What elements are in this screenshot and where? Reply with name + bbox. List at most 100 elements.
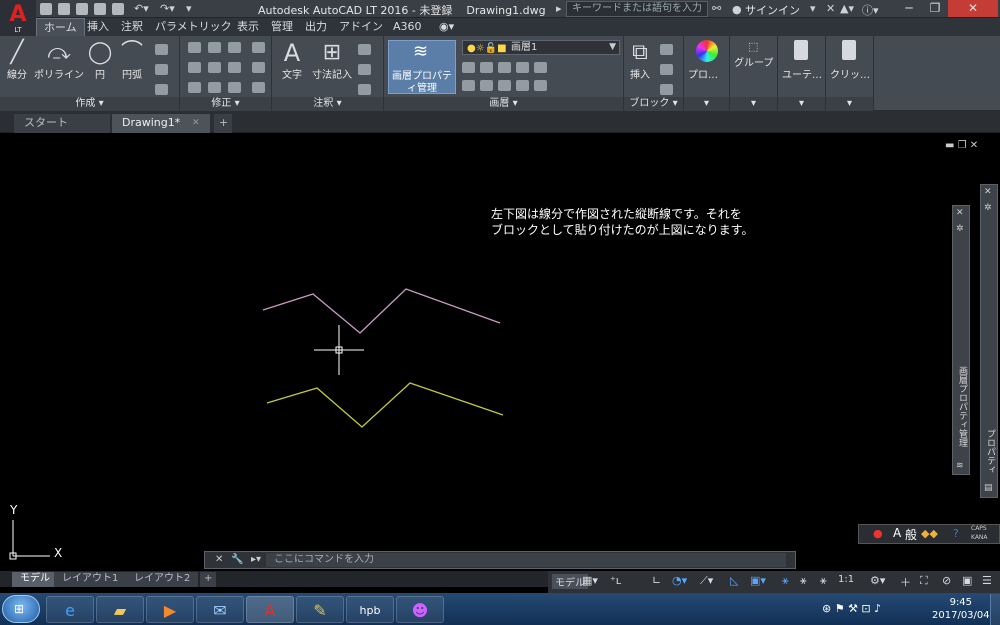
tab-a360[interactable]: A360 bbox=[386, 18, 429, 36]
a360-icon[interactable]: ▲▾ bbox=[840, 2, 854, 15]
restore-button[interactable]: ❐ bbox=[922, 0, 948, 17]
offset-icon[interactable] bbox=[252, 82, 265, 93]
layers-panel-label[interactable]: 画層 ▾ bbox=[384, 97, 623, 111]
block-attributes-icon[interactable] bbox=[660, 84, 673, 95]
table-icon[interactable] bbox=[358, 64, 371, 75]
layer-properties-button[interactable]: ≋ 画層プロパティ管理 bbox=[388, 40, 456, 94]
tab-layout1[interactable]: レイアウト1 bbox=[54, 572, 127, 587]
tab-parametric[interactable]: パラメトリック bbox=[148, 18, 239, 36]
lower-line-polyline[interactable] bbox=[266, 382, 504, 428]
ime-mode-label[interactable]: 般 bbox=[905, 526, 917, 543]
ime-toolbar[interactable]: ● A 般 ◆◆ ? CAPS KANA bbox=[858, 524, 1000, 544]
layer-tool-8-icon[interactable] bbox=[498, 80, 511, 91]
quick-access-dropdown-icon[interactable]: ▾ bbox=[186, 2, 192, 15]
arc-button[interactable]: ⌒ 円弧 bbox=[118, 40, 146, 82]
taskbar-paint-icon[interactable]: ✎ bbox=[296, 596, 344, 623]
hatch-icon[interactable] bbox=[155, 64, 168, 75]
grid-icon[interactable]: ▦▾ bbox=[582, 574, 598, 587]
rotate-icon[interactable] bbox=[208, 42, 221, 53]
taskbar-media-player-icon[interactable]: ▶ bbox=[146, 596, 194, 623]
taskbar-thunderbird-icon[interactable]: ✉ bbox=[196, 596, 244, 623]
save-as-icon[interactable] bbox=[94, 3, 106, 15]
dimension-button[interactable]: ⊞ 寸法記入 bbox=[310, 40, 354, 82]
explode-icon[interactable] bbox=[252, 62, 265, 73]
start-button[interactable]: ⊞ bbox=[2, 595, 40, 623]
palette-close-icon[interactable]: ✕ bbox=[956, 208, 964, 218]
help-icon[interactable]: ⓘ▾ bbox=[862, 2, 879, 18]
circle-button[interactable]: ◯ 円 bbox=[86, 40, 114, 82]
auto-scale-icon[interactable]: ⚹ bbox=[800, 574, 807, 588]
properties-palette-collapsed[interactable]: ✕ ✲ プロパティ ▤ bbox=[980, 184, 998, 498]
open-file-icon[interactable] bbox=[58, 3, 70, 15]
clean-screen-icon[interactable]: ▣ bbox=[962, 574, 972, 587]
osnap-icon[interactable]: ◺ bbox=[730, 574, 738, 587]
ime-tools-icon[interactable]: ◆◆ bbox=[921, 527, 938, 540]
leader-icon[interactable] bbox=[358, 44, 371, 55]
application-menu-button[interactable]: A LT bbox=[0, 0, 36, 38]
tab-manage[interactable]: 管理 bbox=[264, 18, 300, 36]
fillet-icon[interactable] bbox=[228, 62, 241, 73]
annotation-extra-icon[interactable] bbox=[358, 84, 371, 95]
layer-tool-5-icon[interactable] bbox=[534, 62, 547, 73]
signin-button[interactable]: サインイン bbox=[745, 2, 800, 18]
tab-view[interactable]: 表示 bbox=[230, 18, 266, 36]
show-desktop-button[interactable] bbox=[990, 594, 1000, 625]
move-icon[interactable] bbox=[188, 42, 201, 53]
taskbar-game-icon[interactable]: ☻ bbox=[396, 596, 444, 623]
mirror-icon[interactable] bbox=[208, 62, 221, 73]
undo-icon[interactable]: ↶▾ bbox=[134, 2, 149, 15]
trim-icon[interactable] bbox=[228, 42, 241, 53]
tab-layout2[interactable]: レイアウト2 bbox=[126, 572, 199, 587]
lineweight-icon[interactable]: ▣▾ bbox=[750, 574, 766, 587]
annotation-scale-value[interactable]: 1:1 bbox=[838, 574, 854, 585]
annotation-visibility-icon[interactable]: ⚹ bbox=[782, 574, 789, 588]
panel-groups[interactable]: ⬚ グループ ▾ bbox=[730, 36, 778, 111]
save-icon[interactable] bbox=[76, 3, 88, 15]
ime-help-icon[interactable]: ? bbox=[953, 527, 959, 540]
properties-panel-expand-icon[interactable]: ▾ bbox=[684, 97, 729, 111]
command-prompt-icon[interactable]: ▸▾ bbox=[251, 554, 261, 565]
ime-mode-icon[interactable]: A bbox=[893, 526, 901, 540]
command-customize-icon[interactable]: 🔧 bbox=[231, 554, 243, 565]
snap-icon[interactable]: ⁺ʟ bbox=[610, 574, 621, 587]
ime-red-icon[interactable]: ● bbox=[873, 527, 883, 540]
expand-arrow-icon[interactable]: ▸ bbox=[556, 2, 562, 15]
layer-tool-3-icon[interactable] bbox=[498, 62, 511, 73]
tab-addins[interactable]: アドイン bbox=[332, 18, 390, 36]
layer-tool-7-icon[interactable] bbox=[480, 80, 493, 91]
workspace-gear-icon[interactable]: ⚙▾ bbox=[870, 574, 885, 587]
modify-panel-label[interactable]: 修正 ▾ bbox=[180, 97, 271, 111]
exchange-icon[interactable]: ✕ bbox=[826, 2, 835, 15]
plot-icon[interactable] bbox=[112, 3, 124, 15]
layer-dropdown[interactable]: ●☼🔓■ 画層1 ▼ bbox=[462, 40, 620, 55]
layer-tool-10-icon[interactable] bbox=[534, 80, 547, 91]
tab-output[interactable]: 出力 bbox=[298, 18, 334, 36]
taskbar-internet-explorer-icon[interactable]: e bbox=[46, 596, 94, 623]
new-tab-icon[interactable]: + bbox=[214, 114, 232, 133]
panel-properties[interactable]: プロ… ▾ bbox=[684, 36, 730, 111]
isolate-icon[interactable]: ⛶ bbox=[920, 574, 928, 588]
command-input[interactable]: ここにコマンドを入力 bbox=[266, 553, 786, 567]
add-layout-icon[interactable]: + bbox=[200, 572, 217, 587]
utilities-panel-expand-icon[interactable]: ▾ bbox=[778, 97, 825, 111]
draw-extra-icon[interactable] bbox=[155, 84, 168, 95]
minimize-button[interactable]: ─ bbox=[896, 0, 922, 17]
stretch-icon[interactable] bbox=[188, 82, 201, 93]
binoculars-icon[interactable]: ⚯ bbox=[712, 2, 721, 15]
hardware-acceleration-icon[interactable]: ⊘ bbox=[942, 574, 951, 587]
scale-icon[interactable] bbox=[208, 82, 221, 93]
block-panel-label[interactable]: ブロック ▾ bbox=[624, 97, 683, 111]
annotation-panel-label[interactable]: 注釈 ▾ bbox=[272, 97, 383, 111]
ortho-icon[interactable]: ∟ bbox=[652, 574, 661, 587]
taskbar-autocad-icon[interactable]: A bbox=[246, 596, 294, 623]
layer-tool-9-icon[interactable] bbox=[516, 80, 529, 91]
taskbar-hpb-icon[interactable]: hpb bbox=[346, 596, 394, 623]
taskbar-explorer-icon[interactable]: ▰ bbox=[96, 596, 144, 623]
tab-drawing1[interactable]: Drawing1* ✕ bbox=[112, 114, 210, 133]
line-button[interactable]: ╱ 線分 bbox=[4, 40, 30, 82]
clipboard-panel-expand-icon[interactable]: ▾ bbox=[826, 97, 873, 111]
polyline-button[interactable]: ⤼ ポリライン bbox=[32, 40, 86, 82]
tab-insert[interactable]: 挿入 bbox=[80, 18, 116, 36]
plus-icon[interactable]: ＋ bbox=[900, 574, 911, 590]
search-input[interactable]: キーワードまたは語句を入力 bbox=[566, 1, 708, 17]
